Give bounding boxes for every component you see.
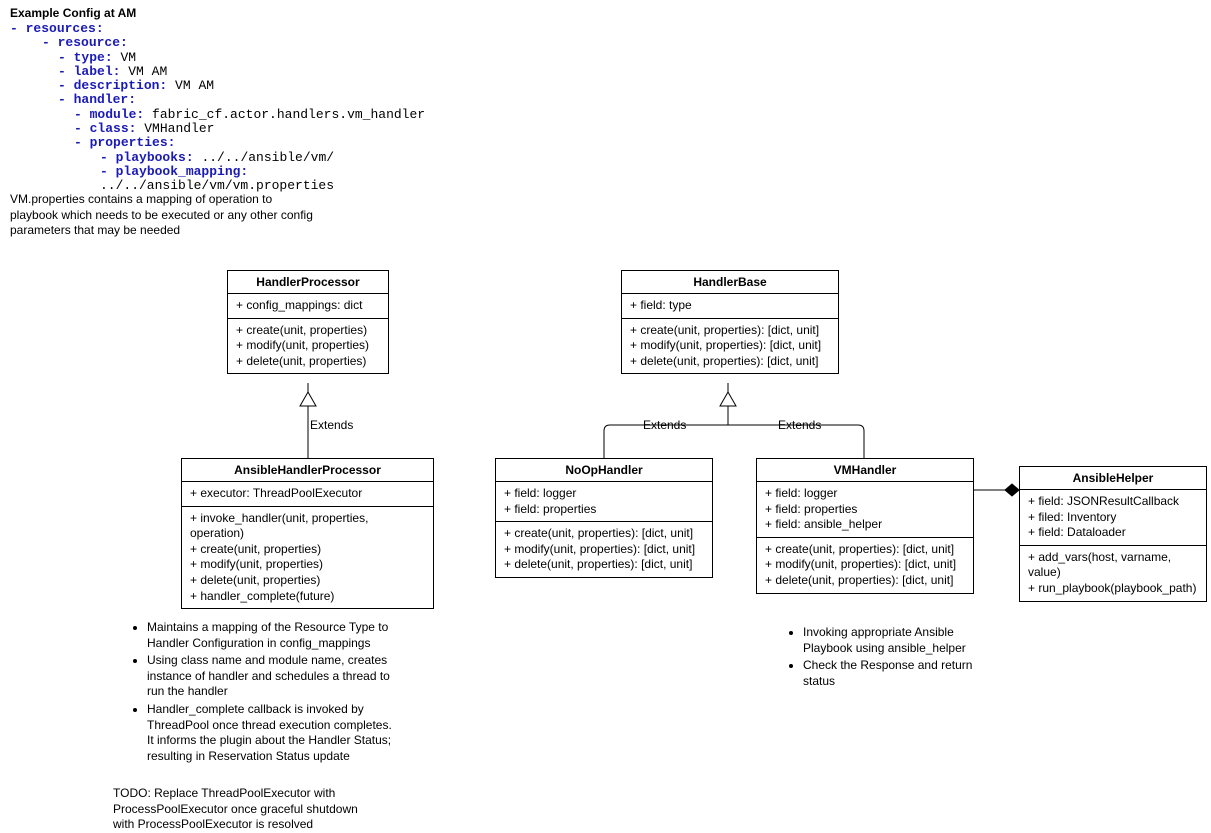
class-ansible-handler-processor: AnsibleHandlerProcessor + executor: Thre…	[181, 458, 434, 609]
class-title: HandlerBase	[622, 271, 838, 294]
edge-label-extends: Extends	[778, 418, 821, 432]
yaml-config: - resources: - resource: - type: VM - la…	[10, 22, 490, 194]
yaml-note: VM.properties contains a mapping of oper…	[10, 192, 350, 239]
ahp-notes: Maintains a mapping of the Resource Type…	[129, 620, 399, 766]
edge-label-extends: Extends	[643, 418, 686, 432]
class-ansible-helper: AnsibleHelper + field: JSONResultCallbac…	[1019, 466, 1207, 602]
class-title: VMHandler	[757, 459, 973, 482]
class-handler-processor: HandlerProcessor + config_mappings: dict…	[227, 270, 389, 374]
todo-note: TODO: Replace ThreadPoolExecutor with Pr…	[113, 786, 393, 833]
class-title: HandlerProcessor	[228, 271, 388, 294]
class-title: AnsibleHandlerProcessor	[182, 459, 433, 482]
page-title: Example Config at AM	[10, 6, 136, 20]
class-title: AnsibleHelper	[1020, 467, 1206, 490]
class-handler-base: HandlerBase + field: type + create(unit,…	[621, 270, 839, 374]
class-noop-handler: NoOpHandler + field: logger + field: pro…	[495, 458, 713, 578]
edge-label-extends: Extends	[310, 418, 353, 432]
vmhandler-notes: Invoking appropriate Ansible Playbook us…	[785, 625, 985, 691]
class-title: NoOpHandler	[496, 459, 712, 482]
class-vm-handler: VMHandler + field: logger + field: prope…	[756, 458, 974, 594]
